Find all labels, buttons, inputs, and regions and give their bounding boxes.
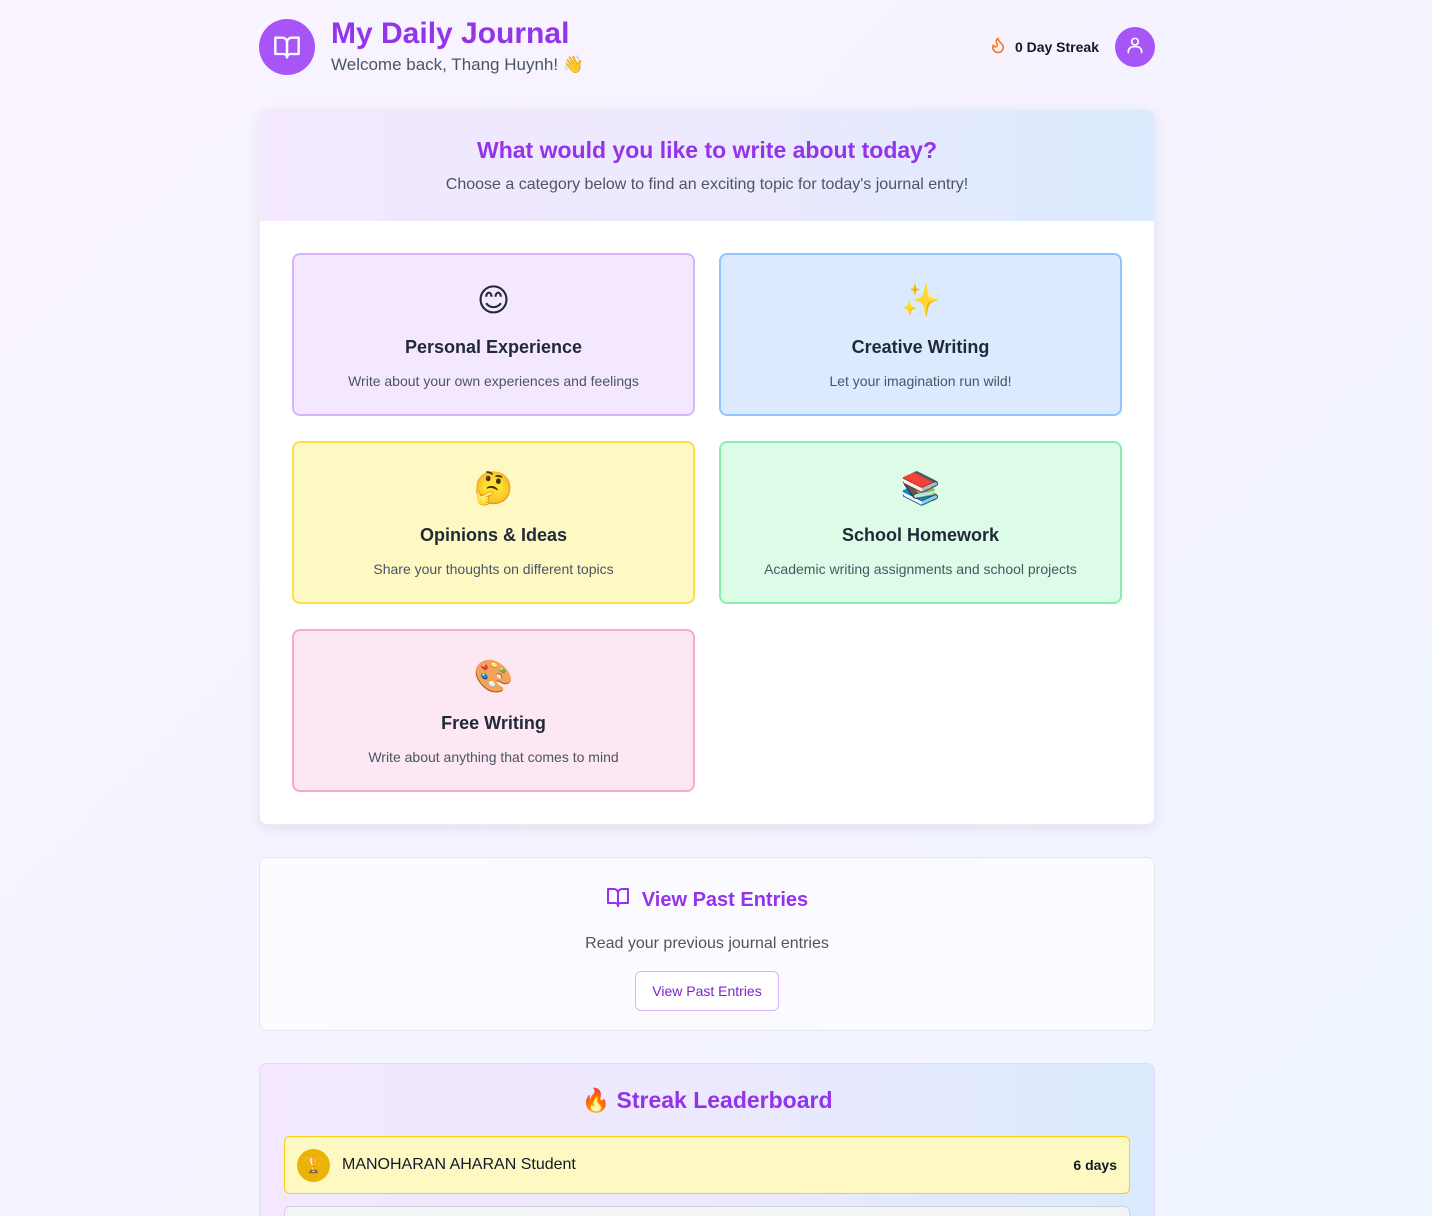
welcome-message: Welcome back, Thang Huynh! 👋	[331, 55, 584, 74]
category-personal-experience[interactable]: 😊 Personal Experience Write about your o…	[292, 253, 695, 416]
streak-leaderboard: 🔥 Streak Leaderboard 🏆 MANOHARAN AHARAN …	[259, 1063, 1155, 1216]
topic-selection-header: What would you like to write about today…	[260, 110, 1154, 221]
sparkles-emoji-icon: ✨	[900, 282, 941, 318]
page-title: My Daily Journal	[331, 17, 570, 50]
category-title: Opinions & Ideas	[419, 525, 568, 545]
category-description: Academic writing assignments and school …	[764, 561, 1077, 577]
leaderboard-name: MANOHARAN AHARAN Student	[342, 1156, 576, 1173]
leaderboard-days: 6 days	[1073, 1157, 1117, 1173]
category-title: Personal Experience	[404, 337, 583, 357]
trophy-icon: 🏆	[297, 1148, 330, 1182]
smile-emoji-icon: 😊	[476, 282, 511, 318]
category-title: Free Writing	[441, 713, 546, 733]
user-icon	[1125, 35, 1145, 60]
category-description: Write about your own experiences and fee…	[348, 373, 639, 389]
category-title: Creative Writing	[851, 337, 990, 357]
leaderboard-row: 🏆 MANOHARAN AHARAN Student 6 days	[284, 1136, 1130, 1194]
books-emoji-icon: 📚	[900, 470, 941, 506]
past-entries-title: View Past Entries	[641, 888, 809, 911]
topic-description: Choose a category below to find an excit…	[445, 176, 969, 193]
category-creative-writing[interactable]: ✨ Creative Writing Let your imagination …	[719, 253, 1122, 416]
category-free-writing[interactable]: 🎨 Free Writing Write about anything that…	[292, 629, 695, 792]
leaderboard-title: 🔥 Streak Leaderboard	[581, 1087, 833, 1113]
category-title: School Homework	[841, 525, 1000, 545]
user-avatar-button[interactable]	[1115, 27, 1155, 67]
category-opinions-ideas[interactable]: 🤔 Opinions & Ideas Share your thoughts o…	[292, 441, 695, 604]
leaderboard-row-partial	[284, 1206, 1130, 1216]
past-entries-card: View Past Entries Read your previous jou…	[259, 857, 1155, 1031]
topic-heading: What would you like to write about today…	[477, 137, 937, 163]
category-description: Share your thoughts on different topics	[373, 561, 614, 577]
book-open-icon	[606, 885, 630, 915]
past-entries-description: Read your previous journal entries	[585, 935, 829, 952]
category-description: Let your imagination run wild!	[829, 373, 1012, 389]
view-past-entries-button[interactable]: View Past Entries	[635, 971, 779, 1011]
topic-selection-card: What would you like to write about today…	[259, 109, 1155, 825]
header: My Daily Journal Welcome back, Thang Huy…	[259, 0, 1155, 109]
category-school-homework[interactable]: 📚 School Homework Academic writing assig…	[719, 441, 1122, 604]
thinking-emoji-icon: 🤔	[473, 470, 514, 506]
app-container: My Daily Journal Welcome back, Thang Huy…	[259, 0, 1155, 1216]
streak-indicator: 0 Day Streak	[989, 36, 1099, 57]
category-description: Write about anything that comes to mind	[368, 749, 619, 765]
past-entries-heading: View Past Entries	[260, 885, 1154, 915]
book-open-icon	[259, 19, 315, 75]
streak-label: 0 Day Streak	[1014, 38, 1099, 55]
palette-emoji-icon: 🎨	[473, 658, 514, 694]
flame-icon	[989, 36, 1007, 57]
